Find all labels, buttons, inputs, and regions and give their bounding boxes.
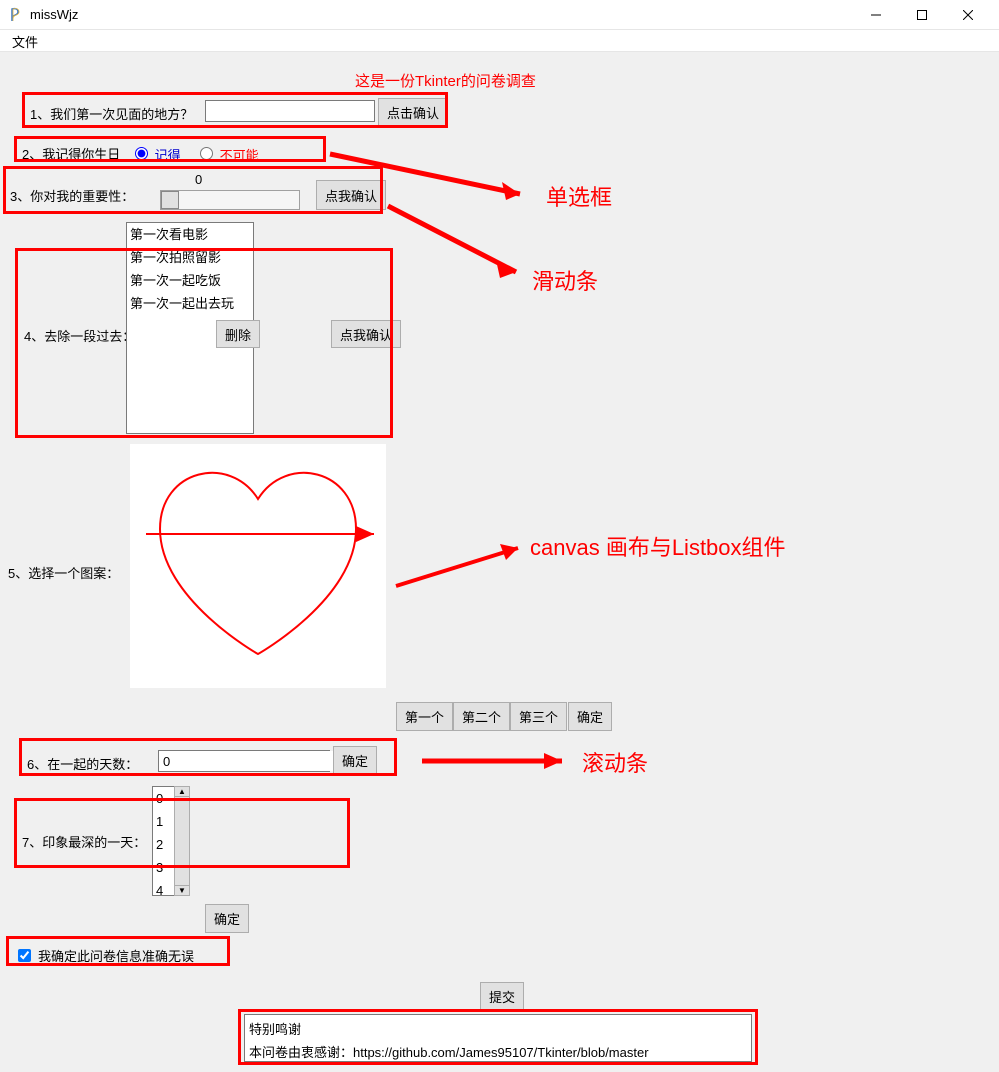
q5-btn-second[interactable]: 第二个 <box>453 702 510 731</box>
q7-item[interactable]: 2 <box>153 833 174 856</box>
menu-file[interactable]: 文件 <box>6 33 44 52</box>
q4-item[interactable]: 第一次看电影 <box>127 223 253 246</box>
q7-scrollbar[interactable]: ▲ ▼ <box>174 786 190 896</box>
confirm-checkbox[interactable]: 我确定此问卷信息准确无误 <box>14 946 194 965</box>
annotation-radio: 单选框 <box>546 180 612 212</box>
annotation-slider: 滑动条 <box>532 264 598 296</box>
annotation-scrollbar: 滚动条 <box>582 746 648 778</box>
content-area: 这是一份Tkinter的问卷调查 1、我们第一次见面的地方？ 点击确认 2、我记… <box>0 52 999 1072</box>
scroll-up-icon[interactable]: ▲ <box>175 787 189 797</box>
survey-header: 这是一份Tkinter的问卷调查 <box>355 70 536 91</box>
annotation-arrow-scrollbar <box>416 746 576 776</box>
q1-label: 1、我们第一次见面的地方？ <box>30 104 193 123</box>
credits-body: 本问卷由衷感谢：https://github.com/James95107/Tk… <box>247 1040 749 1063</box>
scroll-down-icon[interactable]: ▼ <box>175 885 189 895</box>
q3-label: 3、你对我的重要性： <box>10 186 134 205</box>
window-title: missWjz <box>30 7 853 22</box>
q5-canvas[interactable] <box>130 444 386 688</box>
credits-title: 特别鸣谢 <box>247 1017 749 1040</box>
q5-label: 5、选择一个图案： <box>8 563 119 582</box>
q2-label: 2、我记得你生日 <box>22 144 120 163</box>
q5-btn-third[interactable]: 第三个 <box>510 702 567 731</box>
app-icon <box>8 7 24 23</box>
q3-value: 0 <box>195 172 202 187</box>
confirm-checkbox-input[interactable] <box>18 949 31 962</box>
q4-label: 4、去除一段过去： <box>24 326 135 345</box>
confirm-checkbox-label: 我确定此问卷信息准确无误 <box>38 946 194 965</box>
q2-radio-impossible[interactable]: 不可能 <box>195 144 259 164</box>
q6-spinbox[interactable]: ▲ ▼ <box>158 750 330 772</box>
maximize-button[interactable] <box>899 0 945 30</box>
q7-item[interactable]: 1 <box>153 810 174 833</box>
q5-btn-first[interactable]: 第一个 <box>396 702 453 731</box>
q2-radio-remember[interactable]: 记得 <box>130 144 181 164</box>
q4-confirm-button[interactable]: 点我确认 <box>331 320 401 348</box>
titlebar: missWjz <box>0 0 999 30</box>
q7-ok-button[interactable]: 确定 <box>205 904 249 933</box>
q4-delete-button[interactable]: 删除 <box>216 320 260 348</box>
q7-listbox[interactable]: 0 1 2 3 4 <box>152 786 174 896</box>
q7-item[interactable]: 4 <box>153 879 174 896</box>
annotation-arrow-canvas <box>388 542 528 592</box>
menubar: 文件 <box>0 30 999 52</box>
q1-input[interactable] <box>205 100 375 122</box>
q7-item[interactable]: 0 <box>153 787 174 810</box>
q7-label: 7、印象最深的一天： <box>22 832 146 851</box>
annotation-arrow-slider <box>382 200 532 286</box>
minimize-button[interactable] <box>853 0 899 30</box>
q3-confirm-button[interactable]: 点我确认 <box>316 180 386 210</box>
q1-confirm-button[interactable]: 点击确认 <box>378 98 448 126</box>
q4-item[interactable]: 第一次拍照留影 <box>127 246 253 269</box>
q6-label: 6、在一起的天数： <box>27 754 138 773</box>
close-button[interactable] <box>945 0 991 30</box>
q4-item[interactable]: 第一次一起出去玩 <box>127 292 253 315</box>
credits-box: 特别鸣谢 本问卷由衷感谢：https://github.com/James951… <box>244 1014 752 1062</box>
q5-ok-button[interactable]: 确定 <box>568 702 612 731</box>
annotation-canvas: canvas 画布与Listbox组件 <box>530 530 786 562</box>
q6-spinbox-input[interactable] <box>159 751 343 771</box>
q4-item[interactable]: 第一次一起吃饭 <box>127 269 253 292</box>
q3-slider[interactable] <box>160 190 300 210</box>
q6-ok-button[interactable]: 确定 <box>333 746 377 774</box>
submit-button[interactable]: 提交 <box>480 982 524 1011</box>
q7-item[interactable]: 3 <box>153 856 174 879</box>
